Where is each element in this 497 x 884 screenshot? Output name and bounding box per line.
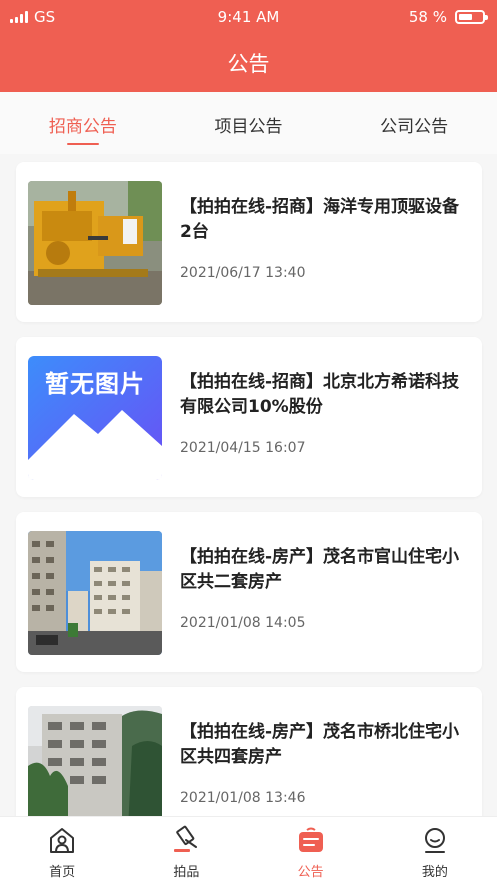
tab-home[interactable]: 首页 [0, 817, 124, 884]
notice-card[interactable]: 暂无图片 【拍拍在线-招商】北京北方希诺科技有限公司10%股份 2021/04/… [16, 337, 482, 497]
auction-hammer-icon [174, 825, 198, 852]
tab-project-notice[interactable]: 项目公告 [166, 92, 332, 154]
active-tab-indicator [66, 143, 99, 145]
drilling-equipment-image [28, 181, 162, 305]
tab-investment-notice[interactable]: 招商公告 [0, 92, 166, 154]
tab-label: 招商公告 [48, 117, 117, 137]
tab-label: 公告 [297, 865, 324, 880]
notice-icon [298, 827, 323, 852]
notice-tabs: 招商公告 项目公告 公司公告 [0, 92, 497, 154]
nav-bar: 公告 [0, 34, 497, 92]
battery-icon [455, 10, 488, 24]
status-right: 58 % [408, 8, 488, 26]
profile-icon [424, 828, 445, 853]
tab-company-notice[interactable]: 公司公告 [331, 92, 497, 154]
status-bar: GS 9:41 AM 58 % [0, 0, 497, 34]
tab-label: 首页 [49, 865, 76, 880]
tab-profile[interactable]: 我的 [373, 817, 497, 884]
tab-notices[interactable]: 公告 [249, 817, 373, 884]
notice-title: 【拍拍在线-招商】海洋专用顶驱设备2台 [180, 197, 460, 242]
notice-title: 【拍拍在线-房产】茂名市官山住宅小区共二套房产 [180, 547, 460, 592]
notice-date: 2021/06/17 13:40 [180, 265, 306, 281]
page-title: 公告 [227, 52, 270, 76]
notice-card[interactable]: 【拍拍在线-招商】海洋专用顶驱设备2台 2021/06/17 13:40 [16, 162, 482, 322]
tab-label: 公司公告 [380, 117, 449, 137]
home-icon [50, 828, 75, 853]
tab-label: 项目公告 [214, 117, 283, 137]
battery-percent: 58 % [408, 8, 447, 26]
tab-auction-items[interactable]: 拍品 [124, 817, 248, 884]
apartment-building-image [28, 706, 162, 830]
tab-label: 我的 [421, 865, 448, 880]
notice-date: 2021/04/15 16:07 [180, 440, 306, 456]
bottom-tab-bar: 首页 拍品 公告 我的 [0, 816, 497, 884]
tab-label: 拍品 [173, 865, 200, 880]
no-image-placeholder: 暂无图片 [28, 356, 162, 480]
placeholder-text: 暂无图片 [45, 370, 145, 398]
notice-date: 2021/01/08 14:05 [180, 615, 306, 631]
notice-date: 2021/01/08 13:46 [180, 790, 306, 806]
residential-buildings-image [28, 531, 162, 655]
notice-title: 【拍拍在线-招商】北京北方希诺科技有限公司10%股份 [180, 372, 460, 417]
notice-card[interactable]: 【拍拍在线-房产】茂名市官山住宅小区共二套房产 2021/01/08 14:05 [16, 512, 482, 672]
notice-title: 【拍拍在线-房产】茂名市桥北住宅小区共四套房产 [180, 722, 460, 767]
